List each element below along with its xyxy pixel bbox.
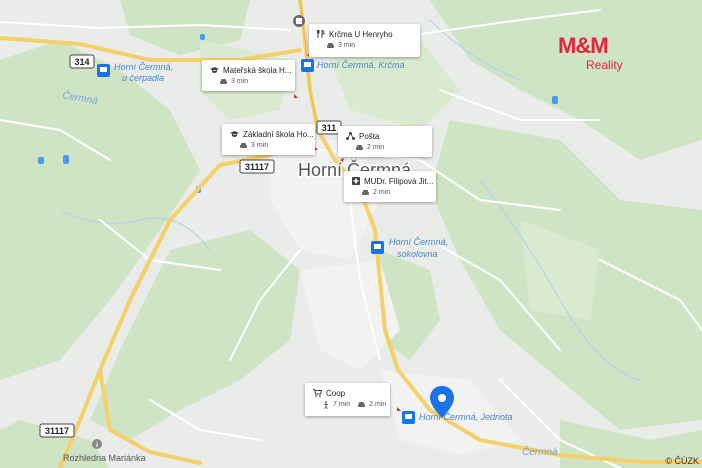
car-icon	[220, 78, 227, 85]
poi-walk-time: 7 min	[333, 401, 351, 408]
poi-card-mudr[interactable]: MUDr. Filipová Jit... 2 min	[344, 171, 436, 202]
post-office-icon	[346, 132, 355, 140]
svg-text:i: i	[96, 442, 98, 449]
poi-drive-time: 3 min	[231, 78, 249, 85]
poi-name: Pošta	[359, 131, 380, 141]
poi-card-krcma[interactable]: Krčma U Henryho 3 min	[309, 24, 420, 57]
poi-drive-time: 2 min	[367, 144, 385, 151]
restaurant-icon	[317, 30, 325, 38]
bus-stop-label: Horní Čermná, Krčma	[317, 60, 405, 70]
road-shield-31117-north: 31117	[239, 159, 275, 174]
school-icon	[210, 66, 219, 74]
car-icon	[327, 42, 334, 49]
poi-card-materska-skola[interactable]: Mateřská škola H... 3 min	[202, 60, 295, 91]
bus-stop-label: Horní Čermná,	[389, 237, 448, 247]
walking-icon	[323, 400, 329, 409]
brand-mm: M&M	[558, 33, 609, 58]
car-icon	[356, 144, 363, 151]
car-icon	[358, 401, 366, 408]
poi-card-zakladni-skola[interactable]: Základní škola Ho... 3 min	[222, 124, 315, 155]
place-label-cermna-lower: Čermná	[522, 445, 558, 458]
bus-stop-label: Horní Čermná, Jednota	[419, 412, 513, 422]
svg-text:31117: 31117	[45, 426, 69, 436]
poi-name: MUDr. Filipová Jit...	[364, 176, 434, 186]
svg-text:311: 311	[322, 123, 337, 133]
poi-name: Krčma U Henryho	[329, 29, 393, 39]
shopping-cart-icon	[313, 389, 322, 397]
school-icon	[230, 130, 239, 138]
brand-reality: Reality	[586, 58, 623, 72]
svg-text:314: 314	[74, 57, 89, 67]
car-icon	[240, 142, 247, 149]
car-icon	[362, 189, 369, 196]
poi-name: Základní škola Ho...	[243, 129, 314, 139]
map-copyright: © ČÚZK	[665, 456, 699, 466]
road-shield-314: 314	[69, 54, 95, 69]
poi-card-posta[interactable]: Pošta 2 min	[338, 126, 432, 157]
poi-drive-time: 2 min	[373, 189, 391, 196]
lookout-label: Rozhledna Mariánka	[63, 453, 146, 463]
medical-icon	[352, 177, 360, 185]
bus-stop-label: sokolovna	[397, 249, 438, 259]
bus-stop-label: Horní Čermná,	[114, 62, 173, 72]
poi-card-coop[interactable]: Coop 7 min 2 min	[305, 383, 390, 416]
poi-drive-time: 3 min	[251, 142, 269, 149]
poi-drive-time: 3 min	[338, 42, 356, 49]
poi-name: Mateřská škola H...	[223, 65, 292, 75]
road-shield-31117-south: 31117	[39, 423, 75, 438]
poi-drive-time: 2 min	[369, 401, 387, 408]
svg-text:31117: 31117	[245, 162, 269, 172]
museum-icon	[293, 15, 305, 27]
bus-stop-label: u čerpadla	[122, 73, 164, 83]
poi-name: Coop	[326, 388, 346, 398]
mm-reality-logo: M&M Reality	[558, 34, 634, 78]
